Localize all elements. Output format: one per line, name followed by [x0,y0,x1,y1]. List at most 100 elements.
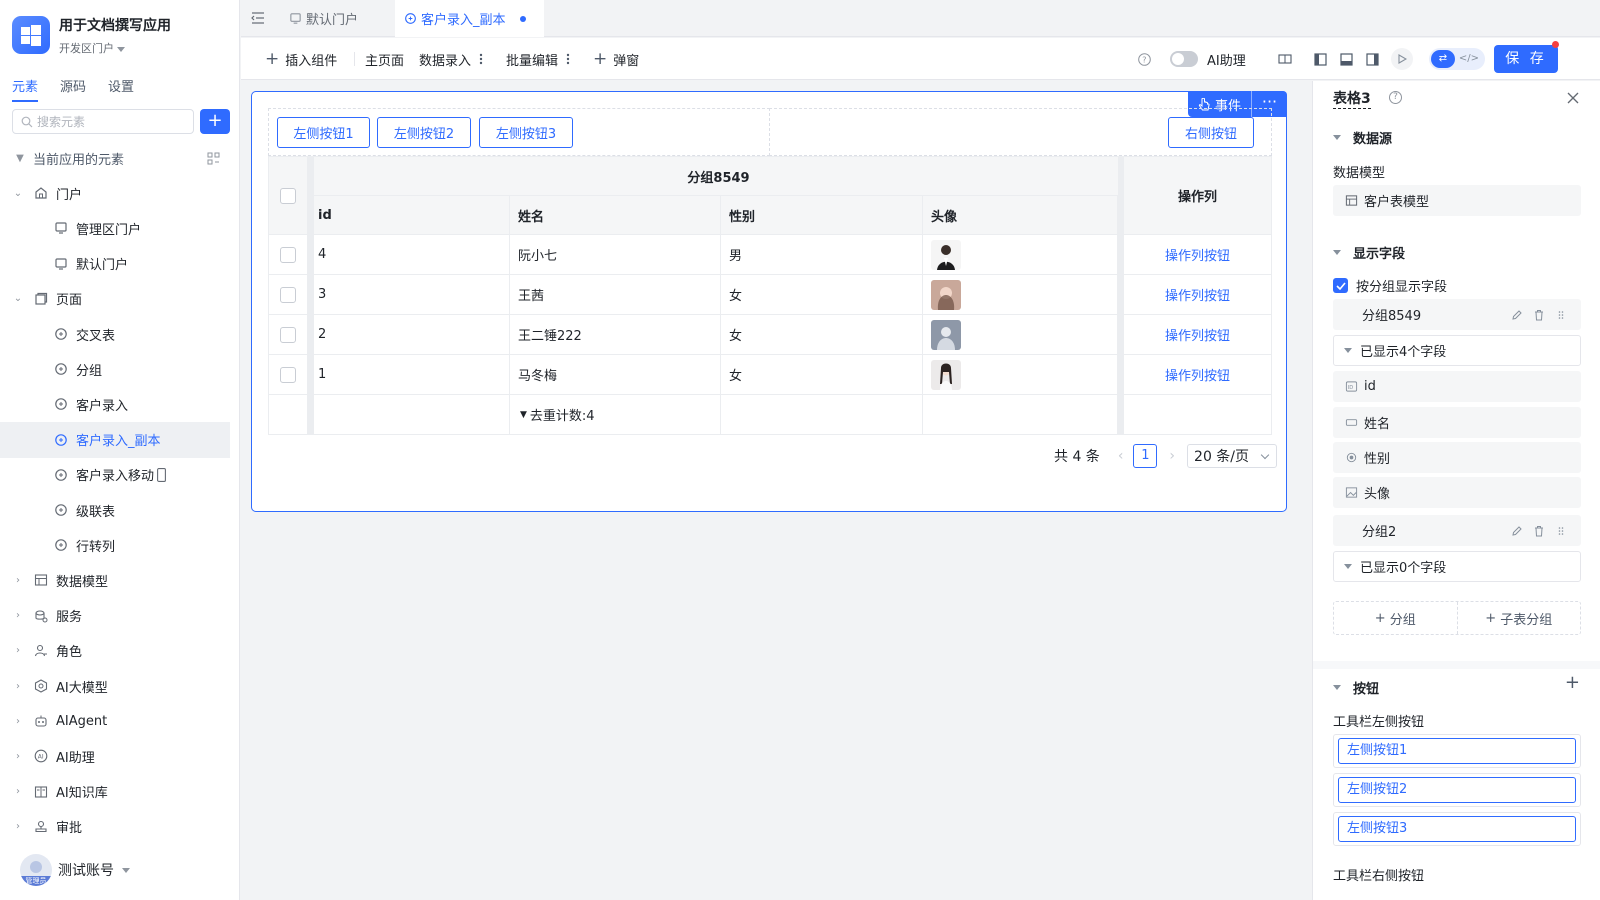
right-button[interactable]: 右侧按钮 [1168,117,1254,148]
sidebar-item-ai-knowledge[interactable]: › AI知识库 [0,774,230,810]
field-item-name[interactable]: 姓名 [1333,407,1581,438]
row-action-button[interactable]: 操作列按钮 [1165,285,1230,304]
account-menu[interactable]: 管理员 测试账号 [20,854,130,886]
delete-icon[interactable] [1533,525,1545,537]
row-checkbox[interactable] [280,326,296,343]
field-item-id[interactable]: ID id [1333,371,1581,402]
next-page-icon[interactable]: › [1169,448,1175,464]
field-item-gender[interactable]: 性别 [1333,442,1581,473]
section-display-fields[interactable]: 显示字段 [1333,243,1405,262]
add-element-button[interactable]: + [200,109,230,134]
sidebar-item-customer-entry-mobile[interactable]: 客户录入移动 [0,457,230,493]
add-button-icon[interactable]: + [1565,672,1580,693]
right-panel-icon[interactable] [1364,51,1380,67]
select-all-checkbox[interactable] [280,187,296,204]
row-action-button[interactable]: 操作列按钮 [1165,245,1230,264]
drag-handle-icon[interactable] [1555,309,1567,321]
drag-handle-icon[interactable] [1555,525,1567,537]
sidebar-item-group[interactable]: 分组 [0,351,230,387]
sidebar-item-ai-agent[interactable]: › AIAgent [0,703,230,739]
page-number-button[interactable]: 1 [1133,444,1158,468]
ai-assistant-toggle[interactable] [1170,51,1198,67]
delete-icon[interactable] [1533,309,1545,321]
tab-default-portal[interactable]: 默认门户 [289,0,389,37]
row-action-button[interactable]: 操作列按钮 [1165,365,1230,384]
sidebar-item-ai-model[interactable]: › AI大模型 [0,668,230,704]
popup-button[interactable]: + 弹窗 [593,38,639,80]
help-icon[interactable]: ? [1389,91,1402,104]
section-buttons[interactable]: 按钮 [1333,678,1379,697]
sidebar-item-pages[interactable]: ⌄ 页面 [0,281,230,317]
group1-shown-fields-toggle[interactable]: 已显示4个字段 [1333,335,1581,366]
column-header-gender[interactable]: 性别 [721,196,923,235]
home-page-button[interactable]: 主页面 [365,38,404,80]
summary-distinct-count[interactable]: ▼ 去重计数:4 [510,395,721,435]
row-checkbox[interactable] [280,246,296,263]
sidebar-item-row-to-column[interactable]: 行转列 [0,527,230,563]
sidebar-item-role[interactable]: › 角色 [0,633,230,669]
collapse-sidebar-icon[interactable] [250,10,266,26]
sidebar-item-admin-portal[interactable]: 管理区门户 [0,210,230,246]
add-group-button[interactable]: + 分组 [1334,602,1457,634]
data-entry-menu[interactable]: 数据录入 [419,38,483,80]
button-config-item[interactable]: 左侧按钮3 [1338,816,1576,842]
group-display-option[interactable]: 按分组显示字段 [1333,276,1447,295]
button-config-item[interactable]: 左侧按钮1 [1338,738,1576,764]
bottom-panel-icon[interactable] [1338,51,1354,67]
sidebar-item-ai-assistant[interactable]: › AI AI助理 [0,738,230,774]
row-action-button[interactable]: 操作列按钮 [1165,325,1230,344]
table-component[interactable]: 事件 ··· 左侧按钮1 左侧按钮2 左侧按钮3 右侧按钮 分组8549 操作列… [251,91,1287,512]
layout-icon[interactable] [207,152,220,165]
insert-component-button[interactable]: + 插入组件 [265,38,337,80]
sidebar-item-cascade-table[interactable]: 级联表 [0,492,230,528]
sidebar-item-data-model[interactable]: › 数据模型 [0,562,230,598]
preview-play-icon[interactable] [1391,48,1413,70]
field-group-item[interactable]: 分组8549 [1333,299,1581,330]
left-panel-icon[interactable] [1312,51,1328,67]
prev-page-icon[interactable]: ‹ [1118,448,1124,464]
tab-elements[interactable]: 元素 [12,76,39,102]
code-mode-icon[interactable]: </> [1459,50,1479,68]
group-display-checkbox[interactable] [1333,278,1348,293]
portal-switcher[interactable]: 开发区门户 [59,40,171,58]
group2-shown-fields-toggle[interactable]: 已显示0个字段 [1333,551,1581,582]
tab-source[interactable]: 源码 [60,76,86,102]
field-group-item[interactable]: 分组2 [1333,515,1581,546]
design-mode-icon[interactable]: ⇄ [1431,50,1455,68]
save-button[interactable]: 保 存 [1494,45,1558,73]
left-button-1[interactable]: 左侧按钮1 [277,117,370,148]
left-button-3[interactable]: 左侧按钮3 [479,117,573,148]
sidebar-item-service[interactable]: › 服务 [0,598,230,634]
sidebar-item-crosstab[interactable]: 交叉表 [0,316,230,352]
edit-icon[interactable] [1511,525,1523,537]
field-item-avatar[interactable]: 头像 [1333,477,1581,508]
page-size-select[interactable]: 20 条/页 [1187,444,1278,468]
tree-section-current-app[interactable]: ▼ 当前应用的元素 [0,140,230,176]
app-header[interactable]: 用于文档撰写应用 开发区门户 [12,16,171,58]
sidebar-item-default-portal[interactable]: 默认门户 [0,246,230,282]
left-button-2[interactable]: 左侧按钮2 [377,117,471,148]
panel-title[interactable]: 表格3 [1333,90,1371,109]
button-config-item[interactable]: 左侧按钮2 [1338,777,1576,803]
sidebar-item-customer-entry-copy[interactable]: 客户录入_副本 [0,421,230,458]
data-model-field[interactable]: 客户表模型 [1333,185,1581,216]
section-datasource[interactable]: 数据源 [1333,128,1392,147]
edit-icon[interactable] [1511,309,1523,321]
sidebar-item-portal[interactable]: ⌄ 门户 [0,175,230,211]
design-code-switch[interactable]: ⇄ </> [1429,48,1485,70]
sidebar-item-customer-entry[interactable]: 客户录入 [0,386,230,422]
batch-edit-menu[interactable]: 批量编辑 [506,38,570,80]
column-header-name[interactable]: 姓名 [510,196,721,235]
sidebar-item-approval[interactable]: › 审批 [0,809,230,845]
column-header-avatar[interactable]: 头像 [923,196,1118,235]
row-checkbox[interactable] [280,286,296,303]
tab-customer-entry-copy[interactable]: 客户录入_副本 [395,0,544,37]
row-checkbox[interactable] [280,366,296,383]
search-input[interactable] [37,114,187,129]
help-icon[interactable]: ? [1136,51,1152,67]
add-sub-group-button[interactable]: + 子表分组 [1456,602,1581,634]
column-header-id[interactable]: id [314,196,510,235]
close-icon[interactable] [1566,91,1580,105]
layout-compact-icon[interactable] [1277,51,1293,67]
tab-settings[interactable]: 设置 [108,76,134,102]
